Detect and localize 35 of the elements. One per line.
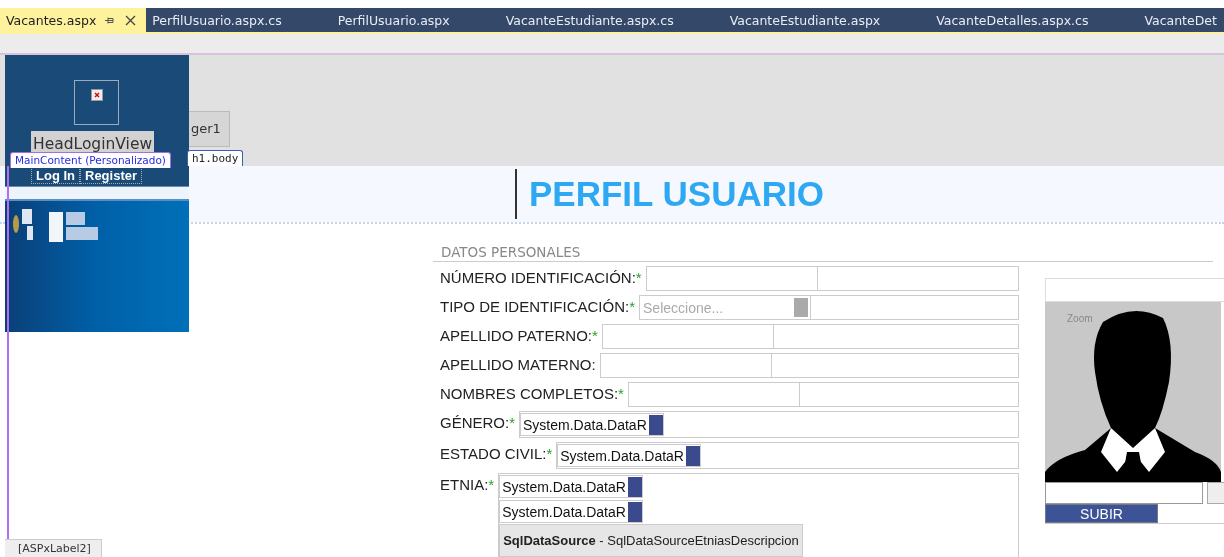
login-link[interactable]: Log In [31,167,80,184]
field-label: TIPO DE IDENTIFICACIÓN:* [439,297,637,315]
document-tab[interactable]: VacanteEstudiante.aspx.cs [477,8,702,32]
field-label: ESTADO CIVIL:* [439,444,554,462]
field-label: APELLIDO MATERNO: [439,355,597,373]
document-tab[interactable]: VacanteDetalles.aspx.cs [908,8,1117,32]
field-label: APELLIDO PATERNO:* [439,326,599,344]
zoom-label: Zoom [1067,313,1093,324]
login-view-label: HeadLoginView [31,131,155,153]
file-field[interactable] [1045,482,1203,504]
field-label: GÉNERO:* [439,413,517,431]
document-tab[interactable]: PerfilUsuario.aspx.cs [146,8,310,32]
field-label: ETNIA:* [439,475,496,493]
document-tab[interactable]: Vacantes.aspx [0,8,147,32]
content-tag[interactable]: MainContent (Personalizado) [10,152,171,168]
dropdown-field[interactable]: System.Data.DataR [520,413,664,436]
field-label: NÚMERO IDENTIFICACIÓN:* [439,268,643,286]
control-label: ger1 [189,111,230,147]
dropdown-field[interactable]: System.Data.DataR [499,500,643,523]
data-source-control[interactable]: SqlDataSource - SqlDataSourceEtniasDescripcion [499,524,803,557]
broken-image-icon [90,89,103,101]
page-title: PERFIL USUARIO [529,174,824,214]
document-tab[interactable]: VacanteEstudiante.aspx [701,8,909,32]
login-link[interactable]: Register [80,167,143,184]
field-label: NOMBRES COMPLETOS:* [439,384,625,402]
dropdown-field[interactable]: System.Data.DataR [499,475,643,498]
dropdown-field[interactable]: System.Data.DataR [557,444,701,467]
browse-button[interactable] [1207,482,1224,504]
section-title: DATOS PERSONALES [433,244,1213,262]
element-tag[interactable]: h1.body [187,150,244,166]
document-tab[interactable]: PerfilUsuario.aspx [309,8,478,32]
document-tab[interactable]: VacanteDet [1116,8,1224,32]
upload-button[interactable]: SUBIR [1045,504,1158,523]
control-label: [ASPxLabel2] [5,539,102,557]
close-icon[interactable] [125,14,137,26]
